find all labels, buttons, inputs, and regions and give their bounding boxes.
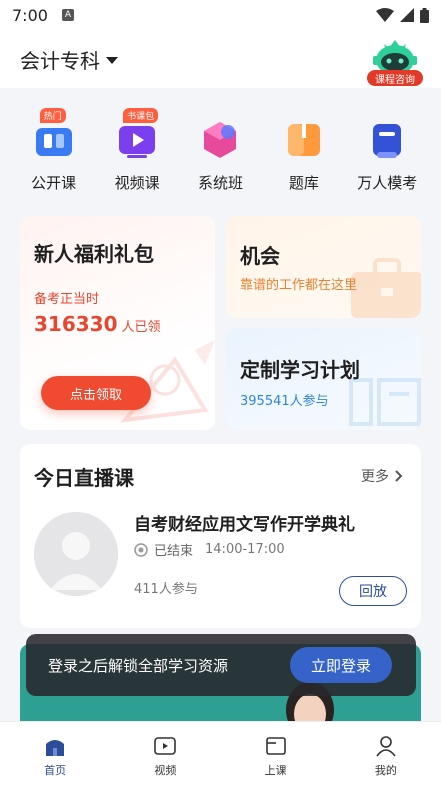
live-time: 14:00-17:00 bbox=[205, 542, 285, 557]
live-more-link[interactable]: 更多 bbox=[361, 466, 403, 486]
quick-entry-label: 万人模考 bbox=[357, 174, 418, 192]
consult-label: 课程咨询 bbox=[367, 70, 423, 86]
quick-entry-label: 公开课 bbox=[31, 174, 77, 192]
quick-entry-open-class[interactable]: 热门 公开课 bbox=[14, 108, 94, 198]
tab-label: 上课 bbox=[264, 764, 287, 777]
battery-icon bbox=[420, 7, 429, 23]
quick-entry-mock-exam[interactable]: 万人模考 bbox=[347, 108, 427, 198]
video-icon bbox=[154, 737, 177, 755]
status-time: 7:00 bbox=[12, 5, 48, 25]
tab-home[interactable]: 首页 bbox=[0, 722, 110, 785]
login-prompt-text: 登录之后解锁全部学习资源 bbox=[48, 656, 229, 675]
briefcase-icon bbox=[351, 258, 421, 318]
quick-entry-label: 视频课 bbox=[114, 174, 160, 192]
tab-label: 首页 bbox=[44, 764, 67, 777]
gift-count-number: 316330 bbox=[34, 312, 118, 336]
mock-exam-icon bbox=[367, 120, 407, 160]
signal-icon bbox=[400, 8, 414, 22]
quick-entry-label: 系统班 bbox=[197, 174, 243, 192]
bottom-tab-bar: 首页 视频 上课 我的 bbox=[0, 721, 441, 785]
quick-entry-question-bank[interactable]: 题库 bbox=[264, 108, 344, 198]
plan-card-subtitle: 395541人参与 bbox=[240, 394, 329, 409]
course-consult-button[interactable]: 课程咨询 bbox=[367, 34, 423, 88]
question-bank-icon bbox=[284, 120, 324, 160]
tab-label: 视频 bbox=[154, 764, 177, 777]
category-label: 会计专科 bbox=[20, 48, 100, 73]
quick-entry-video-class[interactable]: 书课包 视频课 bbox=[97, 108, 177, 198]
record-dot-icon bbox=[134, 542, 148, 557]
header: 会计专科 课程咨询 bbox=[0, 30, 441, 88]
today-live-section: 今日直播课 更多 自考财经应用文写作开学典礼 已结束 14:00-17:00 4… bbox=[20, 444, 421, 628]
live-status-text: 已结束 bbox=[154, 544, 194, 559]
quick-entry-row: 热门 公开课 书课包 视频课 系统班 题库 万人模考 bbox=[0, 108, 441, 198]
quick-entry-label: 题库 bbox=[288, 174, 319, 192]
replay-button[interactable]: 回放 bbox=[339, 576, 407, 606]
login-prompt-bar: 登录之后解锁全部学习资源 立即登录 bbox=[26, 634, 416, 696]
study-plan-card[interactable]: 定制学习计划 395541人参与 bbox=[226, 328, 421, 430]
live-status-row: 已结束 14:00-17:00 bbox=[134, 540, 285, 559]
gift-card-title: 新人福利礼包 bbox=[34, 242, 154, 266]
book-bundle-tag: 书课包 bbox=[123, 108, 159, 123]
status-indicators bbox=[376, 7, 429, 23]
caret-down-icon bbox=[106, 56, 118, 64]
tab-profile[interactable]: 我的 bbox=[331, 722, 441, 785]
job-opportunity-card[interactable]: 机会 靠谱的工作都在这里 bbox=[226, 216, 421, 318]
category-selector[interactable]: 会计专科 bbox=[20, 45, 118, 74]
new-user-gift-card[interactable]: 新人福利礼包 备考正当时 316330 人已领 点击领取 bbox=[20, 216, 215, 430]
notification-icon: A bbox=[61, 9, 74, 21]
tab-label: 我的 bbox=[374, 764, 397, 777]
class-icon bbox=[265, 737, 286, 755]
live-section-title: 今日直播课 bbox=[34, 466, 134, 490]
wifi-icon bbox=[376, 8, 394, 22]
avatar-placeholder-icon bbox=[34, 512, 118, 596]
plan-card-title: 定制学习计划 bbox=[240, 358, 360, 382]
more-label: 更多 bbox=[361, 469, 389, 485]
claim-gift-button[interactable]: 点击领取 bbox=[41, 376, 151, 410]
chevron-right-icon bbox=[395, 470, 403, 482]
job-card-title: 机会 bbox=[240, 244, 280, 268]
tab-class[interactable]: 上课 bbox=[221, 722, 331, 785]
live-participants: 411人参与 bbox=[134, 582, 198, 597]
live-course-name[interactable]: 自考财经应用文写作开学典礼 bbox=[134, 510, 355, 535]
profile-icon bbox=[376, 736, 396, 757]
quick-entry-system-class[interactable]: 系统班 bbox=[180, 108, 260, 198]
system-class-icon bbox=[200, 120, 240, 160]
job-card-subtitle: 靠谱的工作都在这里 bbox=[240, 278, 358, 293]
gift-card-subtitle: 备考正当时 bbox=[34, 292, 100, 307]
video-class-icon bbox=[117, 120, 157, 160]
gift-card-count: 316330 人已领 bbox=[34, 312, 161, 336]
tab-video[interactable]: 视频 bbox=[110, 722, 220, 785]
status-bar: 7:00 A bbox=[0, 0, 441, 30]
gift-decoration-icon bbox=[120, 340, 215, 423]
teacher-avatar bbox=[34, 512, 118, 596]
gift-count-suffix: 人已领 bbox=[121, 320, 161, 335]
home-icon bbox=[46, 740, 65, 756]
hot-tag: 热门 bbox=[39, 108, 66, 123]
login-now-button[interactable]: 立即登录 bbox=[290, 647, 392, 683]
open-class-icon bbox=[34, 120, 74, 160]
